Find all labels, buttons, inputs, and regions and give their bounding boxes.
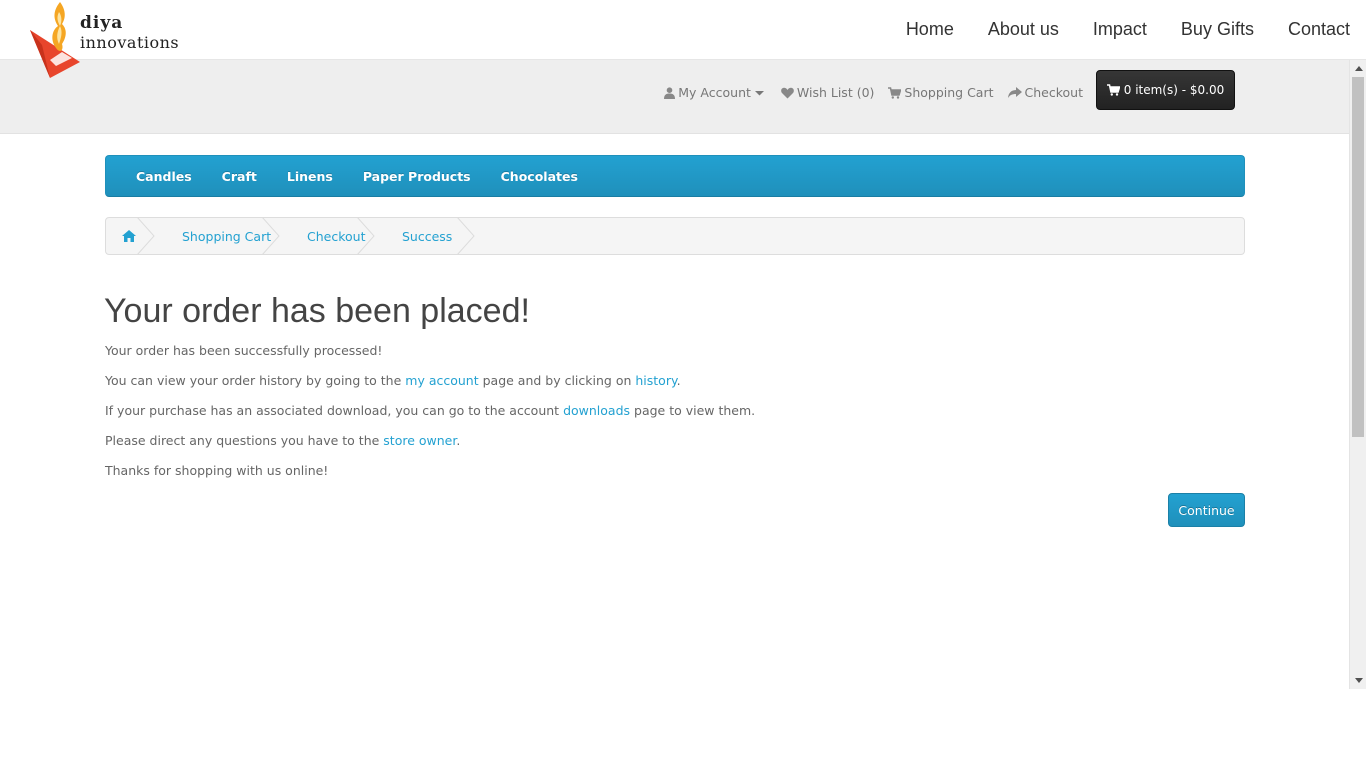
nav-buy-gifts[interactable]: Buy Gifts bbox=[1181, 19, 1254, 40]
text-fragment: Please direct any questions you have to … bbox=[105, 433, 384, 448]
text-fragment: . bbox=[456, 433, 461, 448]
downloads-link[interactable]: downloads bbox=[563, 403, 630, 418]
my-account-label: My Account bbox=[678, 85, 751, 100]
breadcrumb: Shopping Cart Checkout Success bbox=[105, 217, 1245, 255]
category-paper-products[interactable]: Paper Products bbox=[348, 169, 486, 184]
scroll-up-arrow[interactable] bbox=[1350, 60, 1366, 77]
breadcrumb-separator bbox=[357, 218, 375, 254]
top-bar: My Account Wish List (0) Shopping Cart C… bbox=[0, 60, 1349, 134]
cart-summary-button[interactable]: 0 item(s) - $0.00 bbox=[1096, 70, 1235, 110]
page-scrollbar[interactable] bbox=[1349, 60, 1366, 689]
breadcrumb-separator bbox=[137, 218, 155, 254]
breadcrumb-success-label: Success bbox=[402, 228, 453, 244]
breadcrumb-separator bbox=[457, 218, 475, 254]
breadcrumb-checkout[interactable]: Checkout bbox=[279, 218, 375, 254]
heart-icon bbox=[781, 87, 794, 98]
site-logo[interactable]: diya innovations bbox=[22, 0, 182, 82]
logo-line1: diya bbox=[80, 13, 124, 33]
text-fragment: page and by clicking on bbox=[478, 373, 636, 388]
cart-icon bbox=[888, 86, 902, 99]
home-icon bbox=[122, 230, 136, 242]
category-candles[interactable]: Candles bbox=[121, 169, 207, 184]
nav-home[interactable]: Home bbox=[906, 19, 954, 40]
wish-list-label: Wish List (0) bbox=[796, 85, 875, 100]
share-icon bbox=[1007, 86, 1022, 98]
top-links: My Account Wish List (0) Shopping Cart C… bbox=[650, 85, 1083, 100]
wish-list-link[interactable]: Wish List (0) bbox=[781, 85, 875, 100]
my-account-link[interactable]: My Account bbox=[664, 85, 767, 100]
arrow-up-icon bbox=[1354, 66, 1363, 71]
questions-text: Please direct any questions you have to … bbox=[105, 433, 460, 448]
shopping-cart-label: Shopping Cart bbox=[904, 85, 994, 100]
caret-down-icon bbox=[754, 90, 764, 95]
nav-about-us[interactable]: About us bbox=[988, 19, 1059, 40]
checkout-label: Checkout bbox=[1024, 85, 1083, 100]
cart-icon bbox=[1106, 84, 1120, 96]
text-fragment: . bbox=[676, 373, 681, 388]
logo-line2: innovations bbox=[80, 33, 180, 52]
main-nav: Home About us Impact Buy Gifts Contact bbox=[872, 19, 1350, 40]
category-menu: Candles Craft Linens Paper Products Choc… bbox=[105, 155, 1245, 197]
site-header: diya innovations Home About us Impact Bu… bbox=[0, 0, 1366, 78]
text-fragment: If your purchase has an associated downl… bbox=[105, 403, 564, 418]
user-icon bbox=[664, 86, 676, 99]
breadcrumb-shopping-cart[interactable]: Shopping Cart bbox=[154, 218, 280, 254]
my-account-link-inline[interactable]: my account bbox=[405, 373, 478, 388]
checkout-link[interactable]: Checkout bbox=[1007, 85, 1083, 100]
breadcrumb-separator bbox=[262, 218, 280, 254]
breadcrumb-success[interactable]: Success bbox=[374, 218, 475, 254]
cart-summary-label: 0 item(s) - $0.00 bbox=[1123, 83, 1225, 97]
continue-button[interactable]: Continue bbox=[1168, 493, 1245, 527]
category-chocolates[interactable]: Chocolates bbox=[486, 169, 593, 184]
page-title: Your order has been placed! bbox=[104, 292, 530, 330]
nav-contact[interactable]: Contact bbox=[1288, 19, 1350, 40]
history-link[interactable]: history bbox=[635, 373, 676, 388]
text-fragment: You can view your order history by going… bbox=[105, 373, 406, 388]
logo-text: diya innovations bbox=[80, 13, 180, 53]
scroll-down-arrow[interactable] bbox=[1350, 672, 1366, 689]
success-message: Your order has been successfully process… bbox=[105, 343, 383, 358]
order-history-text: You can view your order history by going… bbox=[105, 373, 681, 388]
category-linens[interactable]: Linens bbox=[272, 169, 348, 184]
arrow-down-icon bbox=[1354, 678, 1363, 683]
scroll-thumb[interactable] bbox=[1352, 77, 1364, 437]
thanks-text: Thanks for shopping with us online! bbox=[105, 463, 329, 478]
breadcrumb-home[interactable] bbox=[106, 218, 155, 254]
text-fragment: page to view them. bbox=[630, 403, 756, 418]
nav-impact[interactable]: Impact bbox=[1093, 19, 1147, 40]
downloads-text: If your purchase has an associated downl… bbox=[105, 403, 755, 418]
breadcrumb-shopping-cart-label: Shopping Cart bbox=[182, 228, 272, 244]
category-craft[interactable]: Craft bbox=[207, 169, 272, 184]
store-owner-link[interactable]: store owner bbox=[383, 433, 456, 448]
shopping-cart-link[interactable]: Shopping Cart bbox=[888, 85, 994, 100]
